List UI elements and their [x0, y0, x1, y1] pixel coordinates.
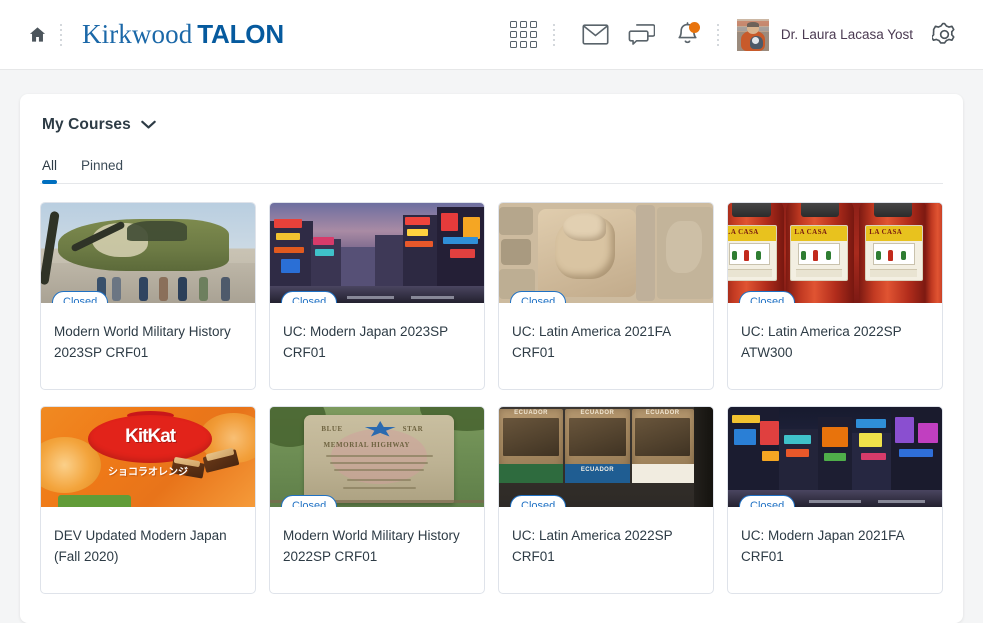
- tokyo-night-image: [728, 407, 942, 507]
- kitkat-image: KitKat ショコラオレンジ: [41, 407, 255, 507]
- course-card-body: Modern World Military History 2023SP CRF…: [41, 303, 255, 389]
- page-body: My Courses All Pinned Closed Modern Worl…: [0, 70, 983, 623]
- kitkat-japanese-text: ショコラオレンジ: [107, 467, 188, 478]
- status-badge: Closed: [510, 291, 567, 303]
- course-banner: Closed: [499, 203, 713, 303]
- course-card-body: UC: Latin America 2022SP ATW300: [728, 303, 942, 389]
- ecuador-chocolate-image: ECUADOR ECUADOR ECUADOR ECUADOR: [499, 407, 713, 507]
- course-card-body: UC: Latin America 2021FA CRF01: [499, 303, 713, 389]
- course-card[interactable]: Closed UC: Modern Japan 2021FA CRF01: [727, 406, 943, 594]
- chat-bubbles-icon: [629, 24, 656, 45]
- status-badge: Closed: [281, 495, 338, 507]
- status-badge-wrap: Closed: [510, 291, 567, 303]
- status-badge: Closed: [739, 291, 796, 303]
- course-filter-tabs: All Pinned: [40, 158, 943, 184]
- plaque-line-2: STAR: [402, 425, 424, 433]
- course-title: UC: Latin America 2022SP ATW300: [741, 324, 902, 360]
- course-banner: ECUADOR ECUADOR ECUADOR ECUADOR Closed: [499, 407, 713, 507]
- status-badge-wrap: Closed: [281, 495, 338, 507]
- header-separator-3: [711, 22, 725, 48]
- top-header: Kirkwood TALON Dr. Laura Lacasa Yost: [0, 0, 983, 70]
- course-title: UC: Modern Japan 2023SP CRF01: [283, 324, 448, 360]
- apps-grid-icon: [510, 21, 538, 48]
- course-card-body: Modern World Military History 2022SP CRF…: [270, 507, 484, 593]
- course-title: UC: Latin America 2022SP CRF01: [512, 528, 673, 564]
- course-title: Modern World Military History 2022SP CRF…: [283, 528, 460, 564]
- tab-all[interactable]: All: [42, 158, 58, 184]
- kitkat-brand-text: KitKat: [125, 426, 176, 447]
- username-label[interactable]: Dr. Laura Lacasa Yost: [781, 27, 913, 42]
- notifications-button[interactable]: [669, 18, 707, 52]
- chevron-down-icon[interactable]: [141, 120, 156, 130]
- brand-logo[interactable]: Kirkwood TALON: [82, 21, 284, 48]
- envelope-icon: [582, 24, 609, 45]
- course-title: UC: Latin America 2021FA CRF01: [512, 324, 671, 360]
- course-banner: KitKat ショコラオレンジ: [41, 407, 255, 507]
- status-badge-wrap: Closed: [739, 495, 796, 507]
- choco-band-text: ECUADOR: [580, 466, 614, 473]
- avatar[interactable]: [736, 18, 769, 51]
- blue-star-plaque-image: BLUE STAR MEMORIAL HIGHWAY: [270, 407, 484, 507]
- header-right-group: Dr. Laura Lacasa Yost: [507, 18, 961, 52]
- notification-dot: [688, 21, 700, 33]
- home-button[interactable]: [24, 22, 50, 48]
- course-card[interactable]: BLUE STAR MEMORIAL HIGHWAY Closed Modern…: [269, 406, 485, 594]
- course-banner: LA CASA LA CASA LA CASA Closed: [728, 203, 942, 303]
- plaque-line-3: MEMORIAL HIGHWAY: [323, 441, 411, 449]
- course-banner: Closed: [41, 203, 255, 303]
- status-badge: Closed: [281, 291, 338, 303]
- my-courses-header[interactable]: My Courses: [40, 116, 156, 134]
- course-card[interactable]: Closed UC: Modern Japan 2023SP CRF01: [269, 202, 485, 390]
- salsa-label-text: LA CASA: [869, 228, 903, 237]
- course-card-body: DEV Updated Modern Japan (Fall 2020): [41, 507, 255, 593]
- course-card-body: UC: Latin America 2022SP CRF01: [499, 507, 713, 593]
- status-badge: Closed: [510, 495, 567, 507]
- settings-button[interactable]: [927, 18, 961, 52]
- course-banner: Closed: [728, 407, 942, 507]
- messages-button[interactable]: [577, 18, 615, 52]
- course-title: UC: Modern Japan 2021FA CRF01: [741, 528, 904, 564]
- course-card-body: UC: Modern Japan 2021FA CRF01: [728, 507, 942, 593]
- plaque-line-1: BLUE: [321, 425, 343, 433]
- status-badge-wrap: Closed: [739, 291, 796, 303]
- status-badge-wrap: Closed: [510, 495, 567, 507]
- course-card[interactable]: ECUADOR ECUADOR ECUADOR ECUADOR Closed U…: [498, 406, 714, 594]
- brand-kirkwood: Kirkwood: [82, 19, 193, 49]
- status-badge: Closed: [52, 291, 109, 303]
- bomber-image: [41, 203, 255, 303]
- course-card[interactable]: Closed Modern World Military History 202…: [40, 202, 256, 390]
- course-grid: Closed Modern World Military History 202…: [40, 202, 943, 594]
- header-separator-1: [54, 22, 68, 48]
- header-separator-2: [547, 22, 561, 48]
- choco-country-text: ECUADOR: [514, 410, 549, 417]
- tab-pinned[interactable]: Pinned: [81, 158, 123, 184]
- choco-country-text: ECUADOR: [580, 410, 615, 417]
- apps-grid-button[interactable]: [507, 18, 541, 52]
- tokyo-dusk-image: [270, 203, 484, 303]
- maya-relief-image: [499, 203, 713, 303]
- page-title: My Courses: [42, 116, 131, 133]
- salsa-label-text: LA CASA: [794, 228, 828, 237]
- course-card-body: UC: Modern Japan 2023SP CRF01: [270, 303, 484, 389]
- status-badge: Closed: [739, 495, 796, 507]
- course-title: Modern World Military History 2023SP CRF…: [54, 324, 231, 360]
- course-banner: Closed: [270, 203, 484, 303]
- salsa-label-text: LA CASA: [728, 228, 759, 237]
- brand-talon: TALON: [197, 19, 284, 49]
- course-banner: BLUE STAR MEMORIAL HIGHWAY Closed: [270, 407, 484, 507]
- header-left-group: Kirkwood TALON: [24, 21, 284, 48]
- course-card[interactable]: KitKat ショコラオレンジ DEV Updated Modern Japan…: [40, 406, 256, 594]
- chat-button[interactable]: [623, 18, 661, 52]
- status-badge-wrap: Closed: [281, 291, 338, 303]
- course-title: DEV Updated Modern Japan (Fall 2020): [54, 528, 227, 564]
- salsa-bottles-image: LA CASA LA CASA LA CASA: [728, 203, 942, 303]
- course-card[interactable]: LA CASA LA CASA LA CASA Closed UC: Latin…: [727, 202, 943, 390]
- my-courses-panel: My Courses All Pinned Closed Modern Worl…: [20, 94, 963, 623]
- choco-country-text: ECUADOR: [645, 410, 680, 417]
- home-icon: [29, 27, 45, 42]
- gear-icon: [931, 22, 955, 44]
- course-card[interactable]: Closed UC: Latin America 2021FA CRF01: [498, 202, 714, 390]
- status-badge-wrap: Closed: [52, 291, 109, 303]
